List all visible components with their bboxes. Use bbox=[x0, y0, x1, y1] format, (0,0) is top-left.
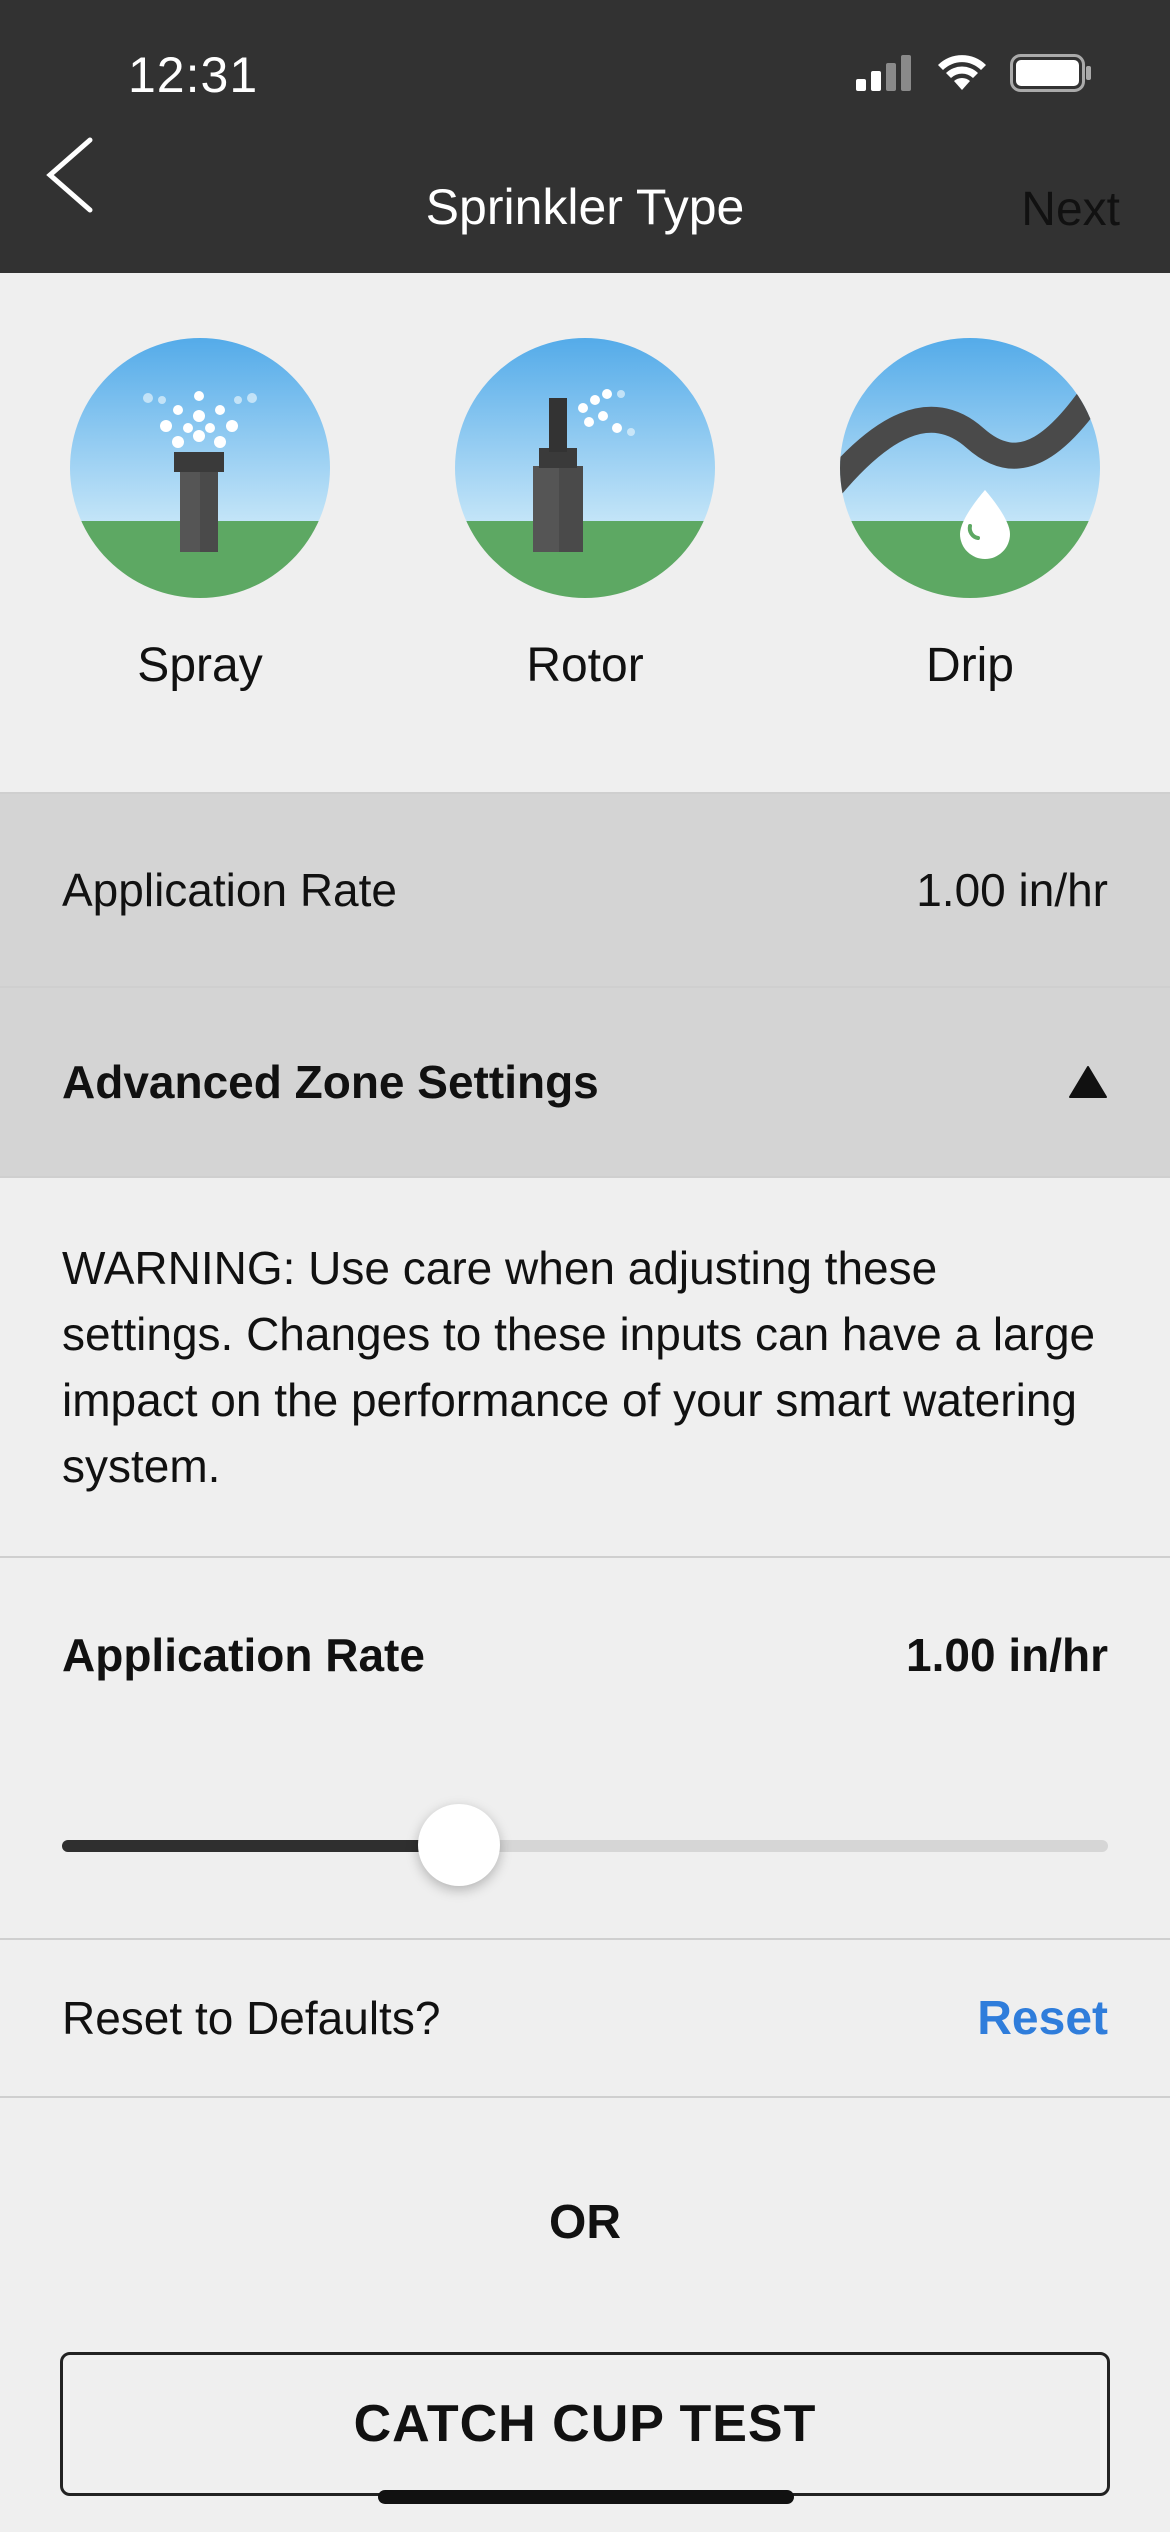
warning-text: WARNING: Use care when adjusting these s… bbox=[62, 1242, 1096, 1492]
slider-thumb[interactable] bbox=[418, 1804, 501, 1886]
next-button[interactable]: Next bbox=[1021, 182, 1120, 237]
spray-sprinkler-icon bbox=[70, 338, 330, 598]
wifi-icon bbox=[938, 55, 986, 90]
type-label-rotor: Rotor bbox=[526, 639, 644, 692]
rotor-sprinkler-icon bbox=[455, 338, 715, 598]
type-option-rotor[interactable]: Rotor bbox=[435, 338, 735, 693]
catch-cup-test-button[interactable]: CATCH CUP TEST bbox=[60, 2352, 1110, 2496]
sprinkler-type-selector: Spray Rotor Drip bbox=[0, 273, 1170, 793]
type-option-drip[interactable]: Drip bbox=[820, 338, 1120, 693]
application-rate-value: 1.00 in/hr bbox=[916, 864, 1108, 916]
type-option-spray[interactable]: Spray bbox=[50, 338, 350, 693]
advanced-rate-label: Application Rate bbox=[62, 1629, 425, 1681]
advanced-rate-value: 1.00 in/hr bbox=[906, 1629, 1108, 1681]
advanced-rate-row: Application Rate 1.00 in/hr bbox=[0, 1600, 1170, 1710]
reset-button[interactable]: Reset bbox=[977, 1991, 1108, 2046]
advanced-settings-toggle[interactable]: Advanced Zone Settings bbox=[0, 988, 1170, 1176]
nav-header: 12:31 Sprinkler Type Next bbox=[0, 0, 1170, 273]
divider bbox=[0, 1556, 1170, 1558]
type-label-spray: Spray bbox=[137, 639, 263, 692]
application-rate-label: Application Rate bbox=[62, 864, 397, 916]
divider bbox=[0, 1176, 1170, 1178]
triangle-up-icon bbox=[1069, 1066, 1107, 1098]
or-separator: OR bbox=[549, 2196, 621, 2249]
battery-icon bbox=[1010, 54, 1091, 92]
page-title: Sprinkler Type bbox=[425, 179, 745, 235]
advanced-settings-label: Advanced Zone Settings bbox=[62, 1056, 599, 1108]
application-rate-row: Application Rate 1.00 in/hr bbox=[0, 794, 1170, 986]
reset-row: Reset to Defaults? Reset bbox=[0, 1940, 1170, 2096]
drip-line-icon bbox=[840, 338, 1100, 598]
slider-fill bbox=[62, 1840, 460, 1852]
type-label-drip: Drip bbox=[925, 639, 1014, 692]
divider bbox=[0, 2096, 1170, 2098]
home-indicator bbox=[378, 2490, 794, 2504]
status-time: 12:31 bbox=[128, 47, 259, 103]
cellular-signal-icon bbox=[856, 55, 911, 91]
application-rate-slider[interactable] bbox=[62, 1800, 1108, 1890]
status-icons bbox=[856, 54, 1092, 92]
reset-question: Reset to Defaults? bbox=[62, 1992, 441, 2044]
